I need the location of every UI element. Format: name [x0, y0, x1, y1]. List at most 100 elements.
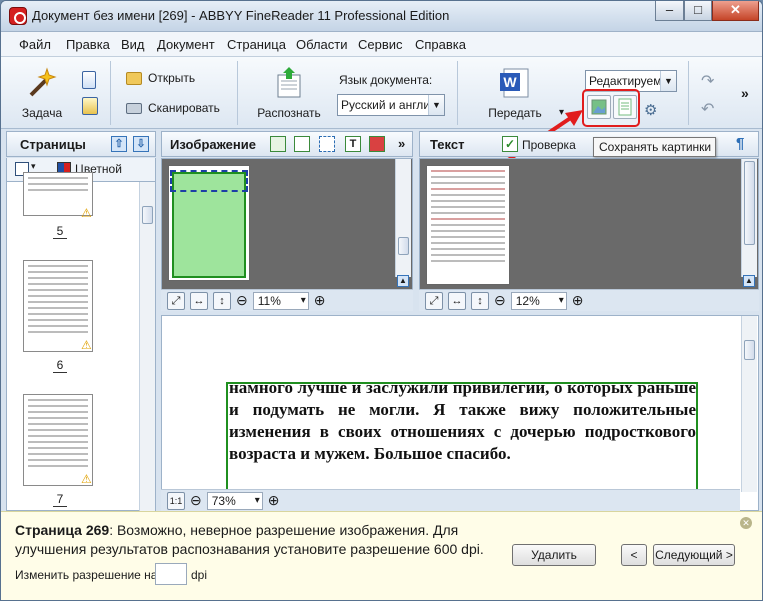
image-scrollbar[interactable]: [395, 159, 411, 277]
page-number: 7: [53, 492, 67, 507]
main-window: Документ без имени [269] - ABBYY FineRea…: [0, 0, 763, 601]
toolbar-separator: [457, 61, 458, 125]
magic-wand-icon: [29, 67, 57, 97]
toolbar-separator: [110, 61, 111, 125]
page-number: 5: [53, 224, 67, 239]
image-more-button[interactable]: »: [398, 136, 405, 151]
change-resolution-label: Изменить разрешение на:: [15, 568, 161, 582]
menu-edit[interactable]: Правка: [66, 37, 110, 52]
pages-scrollbar[interactable]: [139, 182, 155, 511]
warning-page-label: Страница 269: [15, 522, 110, 538]
text-preview-view[interactable]: ▲: [419, 158, 759, 290]
toolbar-more-button[interactable]: »: [741, 85, 749, 101]
svg-text:W: W: [503, 74, 517, 90]
zoom-in-icon[interactable]: ⊕: [314, 292, 326, 309]
toolbar-separator: [237, 61, 238, 125]
delete-button[interactable]: Удалить: [512, 544, 596, 566]
scan-button[interactable]: Сканировать: [126, 101, 220, 115]
text-area-icon[interactable]: [294, 136, 310, 152]
image-panel-title: Изображение: [170, 137, 256, 152]
close-button[interactable]: ✕: [712, 1, 759, 21]
page-image[interactable]: [168, 165, 250, 281]
minimize-button[interactable]: –: [655, 1, 684, 21]
text-preview-scrollbar[interactable]: [741, 159, 757, 277]
menu-service[interactable]: Сервис: [358, 37, 403, 52]
window-title: Документ без имени [269] - ABBYY FineRea…: [32, 8, 450, 23]
word-export-icon: W: [500, 68, 529, 98]
previous-button[interactable]: <: [621, 544, 647, 566]
close-icon[interactable]: ✕: [740, 517, 752, 529]
zoom-in-icon[interactable]: ⊕: [268, 492, 280, 509]
move-up-icon[interactable]: ⇧: [111, 136, 127, 152]
scroll-up-icon[interactable]: ▲: [397, 275, 409, 287]
text-page-preview[interactable]: [426, 165, 510, 285]
menu-page[interactable]: Страница: [227, 37, 286, 52]
fit-page-icon[interactable]: ⤢: [425, 291, 443, 310]
scrollbar-thumb[interactable]: [744, 161, 755, 245]
chevron-down-icon[interactable]: ▾: [31, 161, 36, 172]
new-doc-icon[interactable]: [82, 71, 96, 89]
undo-icon[interactable]: ↷: [701, 71, 714, 91]
dpi-unit-label: dpi: [191, 568, 208, 582]
recognize-icon: [277, 67, 301, 98]
recognize-label: Распознать: [257, 106, 321, 120]
menu-document[interactable]: Документ: [157, 37, 215, 52]
move-down-icon[interactable]: ⇩: [133, 136, 149, 152]
maximize-button[interactable]: □: [684, 1, 712, 21]
paragraph-icon[interactable]: ¶: [736, 135, 744, 152]
open-label: Открыть: [148, 71, 196, 85]
resolution-input[interactable]: [155, 563, 187, 585]
warning-message: Страница 269: Возможно, неверное разреше…: [15, 521, 485, 559]
task-button[interactable]: Задача: [13, 65, 71, 120]
title-bar[interactable]: Документ без имени [269] - ABBYY FineRea…: [1, 1, 762, 32]
zoom-in-icon[interactable]: ⊕: [572, 292, 584, 309]
area-icon[interactable]: [319, 136, 335, 152]
scanner-icon: [126, 102, 142, 114]
editor-text[interactable]: намного лучше и заслужили привилегии, о …: [229, 377, 696, 465]
copy-icon[interactable]: [82, 97, 98, 115]
recognize-button[interactable]: Распознать: [253, 65, 325, 120]
image-zoom-bar: ⤢ ↔ ↕ ⊖ 11% ⊕: [161, 289, 413, 311]
recognize-area-icon[interactable]: [270, 136, 286, 152]
next-button[interactable]: Следующий >: [653, 544, 735, 566]
menu-view[interactable]: Вид: [121, 37, 145, 52]
text-zoom-bar: ⤢ ↔ ↕ ⊖ 12% ⊕: [419, 289, 759, 311]
scrollbar-thumb[interactable]: [398, 237, 409, 255]
folder-open-icon: [126, 71, 142, 85]
text-zoom-select[interactable]: 12%: [510, 291, 567, 310]
scrollbar-thumb[interactable]: [744, 340, 755, 360]
editor-scrollbar[interactable]: [741, 316, 757, 492]
scroll-up-icon[interactable]: ▲: [743, 275, 755, 287]
image-view[interactable]: ▲: [161, 158, 413, 290]
redo-icon[interactable]: ↶: [701, 99, 714, 119]
toolbar-separator: [688, 61, 689, 125]
image-zoom-select[interactable]: 11%: [252, 291, 309, 310]
text-t-icon[interactable]: T: [345, 136, 361, 152]
zoom-out-icon[interactable]: ⊖: [494, 292, 506, 309]
fit-page-icon[interactable]: ⤢: [167, 291, 185, 310]
wrench-icon[interactable]: ⚙: [644, 101, 657, 119]
fit-height-icon[interactable]: ↕: [213, 291, 231, 310]
open-button[interactable]: Открыть: [126, 71, 195, 85]
check-icon[interactable]: ✓: [502, 136, 518, 152]
picture-area-icon[interactable]: [369, 136, 385, 152]
check-label[interactable]: Проверка: [522, 138, 576, 152]
chevron-down-icon: ▼: [428, 95, 444, 115]
scrollbar-thumb[interactable]: [142, 206, 153, 224]
zoom-out-icon[interactable]: ⊖: [190, 492, 202, 509]
pages-panel-header: Страницы ⇧ ⇩: [6, 131, 156, 157]
app-icon[interactable]: [9, 7, 27, 25]
menu-file[interactable]: Файл: [19, 37, 51, 52]
doc-language-select[interactable]: Русский и англи ▼: [337, 94, 445, 116]
warning-icon: ⚠: [81, 206, 92, 220]
fit-width-icon[interactable]: ↔: [190, 291, 208, 310]
fit-width-icon[interactable]: ↔: [448, 291, 466, 310]
actual-size-button[interactable]: 1:1: [167, 491, 185, 510]
pages-thumbnail-list[interactable]: ⚠ 5 ⚠ 6 ⚠ 7: [6, 172, 156, 511]
editor-zoom-select[interactable]: 73%: [206, 491, 263, 510]
zoom-out-icon[interactable]: ⊖: [236, 292, 248, 309]
menu-help[interactable]: Справка: [415, 37, 466, 52]
fit-height-icon[interactable]: ↕: [471, 291, 489, 310]
doc-language-label: Язык документа:: [339, 73, 433, 87]
menu-areas[interactable]: Области: [296, 37, 348, 52]
